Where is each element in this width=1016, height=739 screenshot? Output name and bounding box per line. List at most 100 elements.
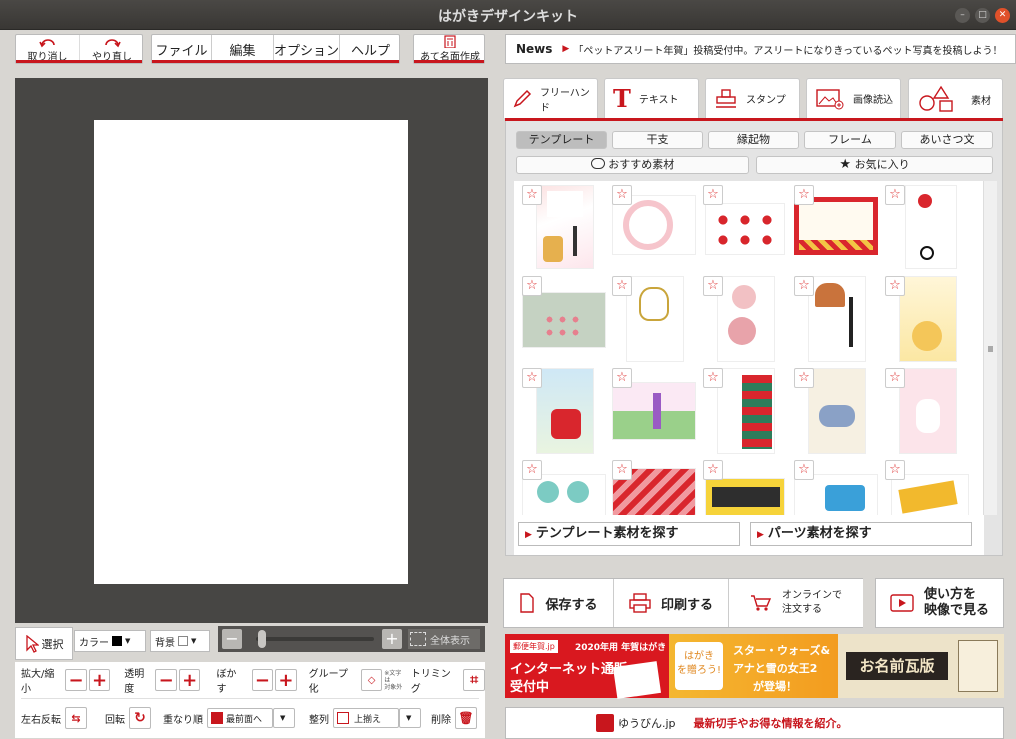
close-icon[interactable]: ✕: [995, 8, 1010, 23]
template-thumb[interactable]: ☆: [794, 185, 878, 271]
favorite-star-icon[interactable]: ☆: [522, 368, 542, 388]
template-thumb[interactable]: ☆: [612, 368, 696, 454]
dropdown-arrow-icon[interactable]: ▼: [399, 708, 421, 728]
align-dropdown[interactable]: 上揃え: [333, 708, 399, 728]
menu-edit[interactable]: 編集: [212, 35, 274, 63]
online-order-button[interactable]: オンラインで 注文する: [729, 579, 863, 627]
crop-icon[interactable]: ⌗: [463, 669, 485, 691]
template-thumb[interactable]: ☆: [522, 368, 604, 454]
fit-all-button[interactable]: 全体表示: [408, 629, 480, 649]
zoom-slider[interactable]: [256, 637, 374, 641]
favorite-star-icon[interactable]: ☆: [885, 185, 905, 205]
dropdown-arrow-icon[interactable]: ▼: [273, 708, 295, 728]
tab-text[interactable]: T テキスト: [604, 78, 699, 118]
template-thumb[interactable]: ☆: [703, 276, 785, 362]
howto-video-button[interactable]: 使い方を 映像で見る: [875, 578, 1004, 628]
find-parts-button[interactable]: ▶ パーツ素材を探す: [750, 522, 972, 546]
favorite-star-icon[interactable]: ☆: [703, 460, 723, 480]
ad-starwars-banner[interactable]: はがき を贈ろう! スター・ウォーズ& アナと雪の女王2 が登場！: [669, 634, 838, 698]
category-frame[interactable]: フレーム: [804, 131, 896, 149]
favorite-star-icon[interactable]: ☆: [703, 368, 723, 388]
template-thumb[interactable]: ☆: [794, 368, 876, 454]
category-eto[interactable]: 干支: [612, 131, 703, 149]
scale-plus-button[interactable]: +: [88, 669, 111, 691]
template-thumb[interactable]: ☆: [522, 276, 606, 362]
favorite-star-icon[interactable]: ☆: [794, 185, 814, 205]
news-bar[interactable]: News ▶ 「ペットアスリート年賀」投稿受付中。アスリートになりきっているペッ…: [505, 34, 1016, 64]
favorite-star-icon[interactable]: ☆: [703, 185, 723, 205]
order-dropdown[interactable]: 最前面へ: [207, 708, 273, 728]
trash-icon[interactable]: 🗑: [455, 707, 477, 729]
template-thumb[interactable]: ☆: [885, 276, 967, 362]
tab-stamp[interactable]: スタンプ: [705, 78, 800, 118]
zoom-in-icon[interactable]: +: [382, 629, 402, 649]
menu-file[interactable]: ファイル: [152, 35, 212, 63]
maximize-icon[interactable]: □: [975, 8, 990, 23]
favorite-star-icon[interactable]: ☆: [612, 276, 632, 296]
print-button[interactable]: 印刷する: [614, 579, 729, 627]
template-thumb[interactable]: ☆: [703, 368, 785, 454]
category-greeting[interactable]: あいさつ文: [901, 131, 993, 149]
favorite-star-icon[interactable]: ☆: [794, 368, 814, 388]
favorite-star-icon[interactable]: ☆: [794, 276, 814, 296]
favorite-star-icon[interactable]: ☆: [612, 185, 632, 205]
zoom-out-icon[interactable]: −: [222, 629, 242, 649]
template-thumb[interactable]: ☆: [885, 368, 967, 454]
category-template[interactable]: テンプレート: [516, 131, 607, 149]
select-tool-button[interactable]: 選択: [15, 627, 73, 660]
tab-freehand[interactable]: フリーハンド: [503, 78, 598, 118]
tab-materials[interactable]: 素材: [908, 78, 1003, 119]
tab-image-load[interactable]: 画像読込: [806, 78, 901, 118]
template-thumb[interactable]: ☆: [612, 276, 694, 362]
address-side-button[interactable]: あて名面作成: [413, 34, 485, 64]
grid-scrollbar[interactable]: [983, 181, 997, 515]
zoom-bar: − + 全体表示: [218, 626, 485, 652]
template-thumb[interactable]: ☆: [612, 460, 696, 515]
favorite-star-icon[interactable]: ☆: [703, 276, 723, 296]
arrow-right-icon: ▶: [757, 530, 764, 540]
template-thumb[interactable]: ☆: [522, 460, 606, 515]
favorite-star-icon[interactable]: ☆: [612, 368, 632, 388]
scale-minus-button[interactable]: −: [65, 669, 87, 691]
favorite-star-icon[interactable]: ☆: [612, 460, 632, 480]
recommended-button[interactable]: おすすめ素材: [516, 156, 749, 174]
postcard-canvas[interactable]: [94, 120, 408, 584]
find-template-button[interactable]: ▶ テンプレート素材を探す: [518, 522, 740, 546]
undo-button[interactable]: 取り消し: [16, 35, 80, 63]
favorite-star-icon[interactable]: ☆: [885, 368, 905, 388]
blur-minus-button[interactable]: −: [251, 669, 274, 691]
group-icon[interactable]: ◇: [360, 669, 383, 691]
color-dropdown[interactable]: カラー ▼: [74, 630, 146, 652]
minimize-icon[interactable]: –: [955, 8, 970, 23]
favorite-star-icon[interactable]: ☆: [885, 276, 905, 296]
save-button[interactable]: 保存する: [504, 579, 614, 627]
template-thumb[interactable]: ☆: [794, 460, 878, 515]
template-thumb[interactable]: ☆: [794, 276, 876, 362]
favorite-star-icon[interactable]: ☆: [522, 185, 542, 205]
favorite-star-icon[interactable]: ☆: [794, 460, 814, 480]
template-thumb[interactable]: ☆: [885, 460, 969, 515]
menu-help[interactable]: ヘルプ: [340, 35, 401, 63]
template-thumb[interactable]: ☆: [703, 460, 785, 515]
menu-options[interactable]: オプション: [274, 35, 340, 63]
template-thumb[interactable]: ☆: [703, 185, 785, 271]
flip-icon[interactable]: ⇆: [65, 707, 87, 729]
template-thumb[interactable]: ☆: [612, 185, 696, 271]
template-thumb[interactable]: ☆: [885, 185, 967, 271]
zoom-slider-handle[interactable]: [258, 630, 266, 648]
favorites-button[interactable]: ★ お気に入り: [756, 156, 993, 174]
rotate-icon[interactable]: ↻: [129, 707, 151, 729]
favorite-star-icon[interactable]: ☆: [522, 276, 542, 296]
redo-button[interactable]: やり直し: [80, 35, 144, 63]
ad-kawaraban-banner[interactable]: お名前瓦版: [838, 634, 1004, 698]
opacity-minus-button[interactable]: −: [155, 669, 177, 691]
category-engimono[interactable]: 縁起物: [708, 131, 799, 149]
favorite-star-icon[interactable]: ☆: [522, 460, 542, 480]
background-dropdown[interactable]: 背景 ▼: [150, 630, 210, 652]
opacity-plus-button[interactable]: +: [178, 669, 201, 691]
yubin-bar[interactable]: ゆうびん.jp 最新切手やお得な情報を紹介。: [505, 707, 1004, 739]
blur-plus-button[interactable]: +: [275, 669, 297, 691]
favorite-star-icon[interactable]: ☆: [885, 460, 905, 480]
template-thumb[interactable]: ☆: [522, 185, 604, 271]
ad-nenga-banner[interactable]: 郵便年賀.jp 2020年用 年賀はがき インターネット通販 受付中: [505, 634, 669, 699]
